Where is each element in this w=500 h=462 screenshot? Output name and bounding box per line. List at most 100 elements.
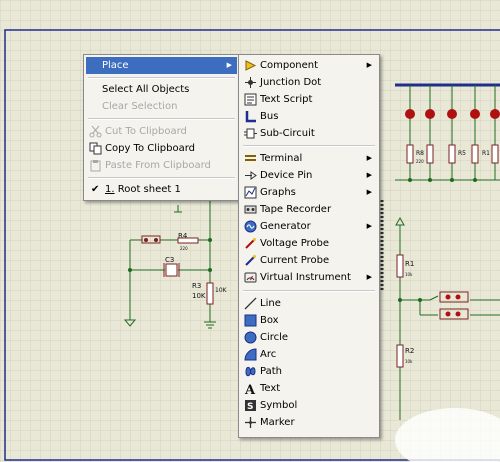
- menu-item-box[interactable]: Box: [241, 312, 377, 329]
- generator-label: Generator: [260, 221, 311, 232]
- menu-item-tape-recorder[interactable]: Tape Recorder: [241, 201, 377, 218]
- path-icon: [245, 366, 256, 377]
- menu-item-text[interactable]: A Text: [241, 380, 377, 397]
- menu-item-virtual-instrument[interactable]: Virtual Instrument ▶: [241, 269, 377, 286]
- tape-recorder-label: Tape Recorder: [260, 204, 332, 215]
- menu-item-junction-dot[interactable]: Junction Dot: [241, 74, 377, 91]
- r3-value: 10K: [192, 292, 206, 300]
- menu-separator: [88, 77, 235, 79]
- symbol-label: Symbol: [260, 400, 298, 411]
- line-label: Line: [260, 298, 281, 309]
- current-probe-icon: [245, 255, 256, 266]
- menu-item-bus[interactable]: Bus: [241, 108, 377, 125]
- menu-item-marker[interactable]: Marker: [241, 414, 377, 431]
- led-4: [470, 109, 480, 119]
- circle-label: Circle: [260, 332, 289, 343]
- menu-item-place[interactable]: Place ▶: [86, 57, 237, 74]
- place-label: Place: [102, 60, 129, 71]
- junction-dot-icon: [245, 77, 256, 88]
- svg-text:S: S: [247, 402, 253, 412]
- r8-label: R8: [416, 150, 424, 157]
- text-script-label: Text Script: [260, 94, 313, 105]
- menu-item-select-all[interactable]: Select All Objects: [86, 81, 237, 98]
- circle-icon: [244, 331, 257, 344]
- junction-dot-label: Junction Dot: [260, 77, 322, 88]
- paste-icon: [90, 160, 101, 172]
- c3-label: C3: [165, 256, 174, 264]
- menu-item-sub-circuit[interactable]: Sub-Circuit: [241, 125, 377, 142]
- virtual-instrument-icon: [244, 272, 257, 283]
- submenu-arrow-icon: ▶: [366, 154, 372, 162]
- arc-icon: [244, 348, 257, 361]
- r1-top-label: R1: [482, 150, 490, 157]
- menu-item-device-pin[interactable]: Device Pin ▶: [241, 167, 377, 184]
- select-all-label: Select All Objects: [102, 84, 190, 95]
- menu-item-text-script[interactable]: Text Script: [241, 91, 377, 108]
- voltage-probe-icon: [245, 238, 256, 249]
- text-label: Text: [260, 383, 281, 394]
- generator-icon: [244, 220, 257, 233]
- menu-item-paste[interactable]: Paste From Clipboard: [86, 157, 237, 174]
- menu-item-generator[interactable]: Generator ▶: [241, 218, 377, 235]
- marker-icon: [245, 417, 256, 428]
- checkmark-icon: ✔: [91, 184, 100, 195]
- place-submenu: Component ▶ Junction Dot Text Script Bus…: [238, 54, 380, 438]
- r3-value-side: 10K: [215, 287, 228, 294]
- menu-item-root-sheet[interactable]: ✔ 1. Root sheet 1: [86, 181, 237, 198]
- sub-circuit-label: Sub-Circuit: [260, 128, 315, 139]
- menu-separator: [243, 290, 375, 292]
- menu-item-graphs[interactable]: Graphs ▶: [241, 184, 377, 201]
- menu-item-terminal[interactable]: Terminal ▶: [241, 150, 377, 167]
- menu-separator: [88, 118, 235, 120]
- symbol-icon: S: [245, 400, 256, 412]
- menu-item-arc[interactable]: Arc: [241, 346, 377, 363]
- crystal-c3: [163, 263, 180, 277]
- resistor-r1: [396, 254, 404, 278]
- submenu-arrow-icon: ▶: [366, 222, 372, 230]
- scissors-icon: [89, 125, 102, 138]
- led-1: [405, 109, 415, 119]
- root-sheet-number: 1.: [105, 184, 115, 195]
- submenu-arrow-icon: ▶: [226, 61, 232, 69]
- menu-item-voltage-probe[interactable]: Voltage Probe: [241, 235, 377, 252]
- marker-label: Marker: [260, 417, 295, 428]
- menu-separator: [88, 177, 235, 179]
- paste-label: Paste From Clipboard: [105, 160, 211, 171]
- terminal-icon: [245, 155, 256, 161]
- copy-icon: [89, 142, 102, 155]
- tape-recorder-icon: [244, 205, 257, 214]
- led-3: [447, 109, 457, 119]
- graph-icon: [244, 186, 257, 199]
- r2-label: R2: [405, 347, 414, 355]
- menu-item-cut[interactable]: Cut To Clipboard: [86, 123, 237, 140]
- r2-value: 10k: [405, 359, 413, 364]
- device-pin-icon: [245, 171, 257, 180]
- context-menu: Place ▶ Select All Objects Clear Selecti…: [83, 54, 240, 201]
- menu-item-clear-selection[interactable]: Clear Selection: [86, 98, 237, 115]
- menu-item-copy[interactable]: Copy To Clipboard: [86, 140, 237, 157]
- led-5: [490, 109, 500, 119]
- r3-label: R3: [192, 282, 201, 290]
- text-icon: A: [244, 383, 256, 395]
- r4-label: R4: [178, 232, 188, 240]
- cut-label: Cut To Clipboard: [105, 126, 187, 137]
- current-probe-label: Current Probe: [260, 255, 330, 266]
- menu-item-current-probe[interactable]: Current Probe: [241, 252, 377, 269]
- menu-item-component[interactable]: Component ▶: [241, 57, 377, 74]
- menu-item-path[interactable]: Path: [241, 363, 377, 380]
- menu-item-line[interactable]: Line: [241, 295, 377, 312]
- text-script-icon: [244, 93, 257, 106]
- svg-text:A: A: [244, 383, 256, 395]
- clear-selection-label: Clear Selection: [102, 101, 178, 112]
- copy-label: Copy To Clipboard: [105, 143, 196, 154]
- menu-item-symbol[interactable]: S Symbol: [241, 397, 377, 414]
- menu-item-circle[interactable]: Circle: [241, 329, 377, 346]
- line-icon: [244, 297, 257, 310]
- voltage-probe-label: Voltage Probe: [260, 238, 330, 249]
- r1-label: R1: [405, 260, 414, 268]
- resistor-r2: [396, 344, 404, 368]
- component-icon: [245, 60, 257, 71]
- submenu-arrow-icon: ▶: [366, 171, 372, 179]
- device-pin-label: Device Pin: [260, 170, 313, 181]
- menu-separator: [243, 145, 375, 147]
